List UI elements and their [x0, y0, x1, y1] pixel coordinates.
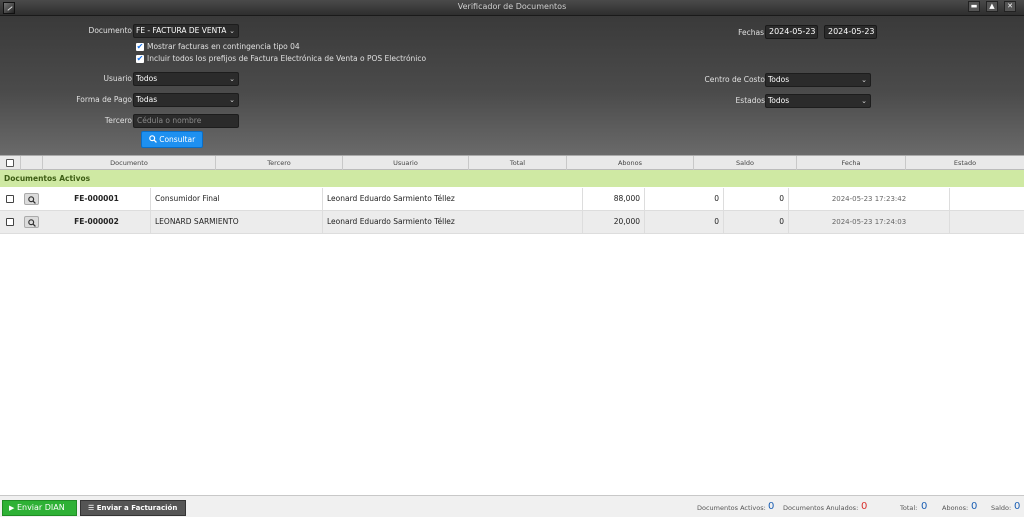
- chevron-down-icon: ⌄: [861, 97, 867, 105]
- prefijos-checkbox[interactable]: ✔: [136, 55, 144, 63]
- estados-value: Todos: [768, 96, 790, 105]
- cell-usuario: Leonard Eduardo Sarmiento Téllez: [323, 188, 583, 210]
- select-all-checkbox[interactable]: [6, 159, 14, 167]
- status-bar: ▶ Enviar DIAN ☰ Enviar a Facturación Doc…: [0, 495, 1024, 517]
- enviar-dian-label: Enviar DIAN: [16, 503, 65, 512]
- header-tercero[interactable]: Tercero: [216, 156, 343, 170]
- cell-tercero: LEONARD SARMIENTO: [151, 211, 323, 233]
- window-title: Verificador de Documentos: [457, 2, 567, 11]
- forma-pago-value: Todas: [136, 95, 158, 104]
- total-label: Total:: [900, 504, 918, 512]
- select-all-cell: [0, 156, 21, 170]
- grid-header: Documento Tercero Usuario Total Abonos S…: [0, 155, 1024, 170]
- consultar-button[interactable]: Consultar: [141, 131, 203, 148]
- chevron-down-icon: ⌄: [229, 75, 235, 83]
- centro-costo-label: Centro de Costo: [704, 75, 765, 84]
- saldo-label: Saldo:: [991, 504, 1012, 512]
- usuario-label: Usuario: [103, 74, 132, 83]
- enviar-facturacion-label: Enviar a Facturación: [96, 504, 178, 512]
- centro-costo-select[interactable]: Todos ⌄: [765, 73, 871, 87]
- abonos-label: Abonos:: [942, 504, 969, 512]
- cell-saldo: 0: [724, 188, 789, 210]
- cell-tercero: Consumidor Final: [151, 188, 323, 210]
- search-icon: [28, 219, 36, 227]
- app-window: Verificador de Documentos ▬ ▲ ✕ Document…: [0, 0, 1024, 517]
- documento-label: Documento: [88, 26, 132, 35]
- activos-label: Documentos Activos:: [697, 504, 766, 512]
- documento-select[interactable]: FE - FACTURA DE VENTA ⌄: [133, 24, 239, 38]
- close-button[interactable]: ✕: [1004, 1, 1016, 12]
- cell-saldo: 0: [724, 211, 789, 233]
- saldo-value: 0: [1014, 501, 1021, 512]
- minimize-button[interactable]: ▬: [968, 1, 980, 12]
- chevron-down-icon: ⌄: [229, 96, 235, 104]
- fecha-hasta-input[interactable]: 2024-05-23: [824, 25, 877, 39]
- forma-pago-label: Forma de Pago: [76, 95, 132, 104]
- header-estado[interactable]: Estado: [906, 156, 1024, 170]
- enviar-dian-button[interactable]: ▶ Enviar DIAN: [2, 500, 77, 516]
- tercero-label: Tercero: [104, 116, 132, 125]
- cell-abonos: 0: [645, 188, 724, 210]
- header-total[interactable]: Total: [469, 156, 567, 170]
- documento-value: FE - FACTURA DE VENTA: [136, 26, 227, 35]
- row-checkbox[interactable]: [6, 195, 14, 203]
- fechas-label: Fechas: [738, 28, 764, 37]
- cell-documento: FE-000001: [43, 188, 151, 210]
- estados-select[interactable]: Todos ⌄: [765, 94, 871, 108]
- header-saldo[interactable]: Saldo: [694, 156, 797, 170]
- header-action-cell: [21, 156, 43, 170]
- header-abonos[interactable]: Abonos: [567, 156, 694, 170]
- enviar-facturacion-button[interactable]: ☰ Enviar a Facturación: [80, 500, 186, 516]
- view-document-button[interactable]: [24, 216, 39, 228]
- total-value: 0: [921, 501, 928, 512]
- usuario-value: Todos: [136, 74, 158, 83]
- prefijos-label: Incluir todos los prefijos de Factura El…: [147, 54, 427, 63]
- title-bar: Verificador de Documentos ▬ ▲ ✕: [0, 0, 1024, 16]
- cell-fecha: 2024-05-23 17:23:42: [789, 188, 950, 210]
- list-icon: ☰: [88, 504, 95, 512]
- cell-estado: [950, 211, 1024, 233]
- consultar-label: Consultar: [159, 135, 196, 144]
- forma-pago-select[interactable]: Todas ⌄: [133, 93, 239, 107]
- maximize-button[interactable]: ▲: [986, 1, 998, 12]
- header-documento[interactable]: Documento: [43, 156, 216, 170]
- cell-abonos: 0: [645, 211, 724, 233]
- filter-panel: Documento FE - FACTURA DE VENTA ⌄ ✔ Most…: [0, 16, 1024, 155]
- row-checkbox[interactable]: [6, 218, 14, 226]
- abonos-value: 0: [971, 501, 978, 512]
- tercero-input[interactable]: [137, 116, 238, 125]
- search-icon: [28, 196, 36, 204]
- cell-documento: FE-000002: [43, 211, 151, 233]
- tercero-input-wrap: [133, 114, 239, 128]
- header-fecha[interactable]: Fecha: [797, 156, 906, 170]
- cell-fecha: 2024-05-23 17:24:03: [789, 211, 950, 233]
- play-icon: ▶: [9, 504, 15, 512]
- cell-estado: [950, 188, 1024, 210]
- table-row[interactable]: FE-000001 Consumidor Final Leonard Eduar…: [0, 188, 1024, 211]
- usuario-select[interactable]: Todos ⌄: [133, 72, 239, 86]
- chevron-down-icon: ⌄: [861, 76, 867, 84]
- view-document-button[interactable]: [24, 193, 39, 205]
- contingencia-checkbox[interactable]: ✔: [136, 43, 144, 51]
- search-icon: [149, 135, 157, 143]
- cell-usuario: Leonard Eduardo Sarmiento Téllez: [323, 211, 583, 233]
- anulados-label: Documentos Anulados:: [783, 504, 859, 512]
- contingencia-label: Mostrar facturas en contingencia tipo 04: [147, 42, 300, 51]
- chevron-down-icon: ⌄: [229, 27, 235, 35]
- cell-total: 20,000: [583, 211, 645, 233]
- table-row[interactable]: FE-000002 LEONARD SARMIENTO Leonard Edua…: [0, 211, 1024, 234]
- anulados-value: 0: [861, 501, 868, 512]
- fecha-desde-input[interactable]: 2024-05-23: [765, 25, 818, 39]
- cell-total: 88,000: [583, 188, 645, 210]
- centro-costo-value: Todos: [768, 75, 790, 84]
- header-usuario[interactable]: Usuario: [343, 156, 469, 170]
- estados-label: Estados: [735, 96, 765, 105]
- group-documentos-activos[interactable]: Documentos Activos: [0, 170, 1024, 187]
- activos-value: 0: [768, 501, 775, 512]
